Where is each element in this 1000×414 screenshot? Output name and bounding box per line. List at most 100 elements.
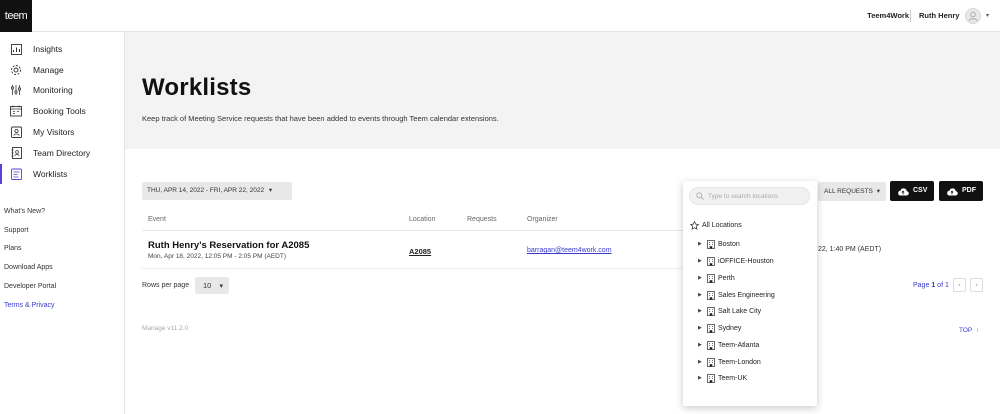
all-locations-option[interactable]: All Locations	[690, 221, 742, 230]
column-header-organizer[interactable]: Organizer	[527, 216, 558, 223]
top-bar: teem Teem4Work Ruth Henry ▾	[0, 0, 1000, 32]
location-option-label: Sales Engineering	[718, 291, 775, 299]
user-name[interactable]: Ruth Henry	[919, 0, 959, 32]
event-location-link[interactable]: A2085	[409, 247, 431, 256]
next-page-button[interactable]: ›	[970, 278, 983, 292]
pdf-label: PDF	[962, 187, 976, 194]
directory-icon	[10, 147, 22, 159]
building-icon	[707, 256, 715, 266]
date-range-label: THU, APR 14, 2022 - FRI, APR 22, 2022	[147, 187, 265, 194]
column-header-location[interactable]: Location	[409, 216, 435, 223]
location-option[interactable]: ▶ iOFFICE-Houston	[698, 255, 774, 267]
insights-icon	[10, 43, 22, 55]
sidebar-item-insights[interactable]: Insights	[0, 39, 124, 59]
expand-caret-icon[interactable]: ▶	[698, 241, 707, 247]
location-option-label: Sydney	[718, 324, 742, 332]
csv-label: CSV	[913, 187, 928, 194]
sidebar-item-label: Insights	[33, 44, 63, 54]
back-to-top-link[interactable]: TOP ↑	[959, 327, 979, 334]
chevron-down-icon: ▾	[876, 188, 880, 195]
location-option-label: Boston	[718, 240, 740, 248]
expand-caret-icon[interactable]: ▶	[698, 359, 707, 365]
location-option[interactable]: ▶ Sales Engineering	[698, 289, 775, 301]
location-option-label: Teem-Atlanta	[718, 341, 760, 349]
teem-logo[interactable]: teem	[0, 0, 32, 32]
whats-new-link[interactable]: What's New?	[4, 208, 45, 215]
table-row-divider	[142, 268, 684, 269]
avatar[interactable]	[965, 8, 981, 24]
star-icon[interactable]	[690, 221, 699, 230]
organizer-email-link[interactable]: barragan@teem4work.com	[527, 247, 612, 254]
column-header-event[interactable]: Event	[148, 216, 166, 223]
location-dropdown-panel: All Locations ▶ Boston ▶ iOFFICE-Houston ▶ Pe…	[683, 181, 817, 406]
location-search-box[interactable]	[689, 187, 810, 205]
building-icon	[707, 239, 715, 249]
building-icon	[707, 290, 715, 300]
expand-caret-icon[interactable]: ▶	[698, 308, 707, 314]
sidebar-item-label: Team Directory	[33, 148, 91, 158]
search-icon	[696, 192, 704, 200]
developer-portal-link[interactable]: Developer Portal	[4, 283, 56, 290]
page-indicator: Page 1 of 1	[913, 282, 949, 289]
sidebar-item-booking-tools[interactable]: Booking Tools	[0, 101, 124, 121]
location-search-input[interactable]	[708, 192, 808, 200]
sidebar-item-label: Booking Tools	[33, 106, 86, 116]
location-option[interactable]: ▶ Sydney	[698, 322, 741, 334]
expand-caret-icon[interactable]: ▶	[698, 375, 707, 381]
page-suffix: of 1	[937, 282, 949, 289]
sidebar-item-label: My Visitors	[33, 127, 75, 137]
sidebar-item-label: Monitoring	[33, 85, 73, 95]
cloud-upload-icon	[947, 187, 958, 196]
all-locations-label: All Locations	[702, 222, 742, 229]
rows-per-page-label: Rows per page	[142, 282, 190, 289]
sidebar-item-team-directory[interactable]: Team Directory	[0, 143, 124, 163]
expand-caret-icon[interactable]: ▶	[698, 275, 707, 281]
sidebar: Insights Manage Monitoring Booking Tools…	[0, 32, 125, 414]
chevron-down-icon: ▾	[268, 187, 273, 194]
rows-per-page-select[interactable]: 10 ▾	[195, 277, 229, 294]
location-option[interactable]: ▶ Perth	[698, 272, 735, 284]
expand-caret-icon[interactable]: ▶	[698, 258, 707, 264]
location-option[interactable]: ▶ Teem-UK	[698, 372, 747, 384]
event-title[interactable]: Ruth Henry's Reservation for A2085	[148, 240, 309, 251]
building-icon	[707, 340, 715, 350]
org-name[interactable]: Teem4Work	[867, 0, 909, 32]
date-range-picker[interactable]: THU, APR 14, 2022 - FRI, APR 22, 2022 ▾	[142, 182, 292, 200]
event-time: Mon, Apr 18, 2022, 12:05 PM - 2:05 PM (A…	[148, 253, 287, 260]
building-icon	[707, 306, 715, 316]
export-csv-button[interactable]: CSV	[890, 181, 934, 201]
requests-filter-dropdown[interactable]: ALL REQUESTS ▾	[818, 182, 886, 201]
location-option[interactable]: ▶ Teem-Atlanta	[698, 339, 759, 351]
plans-link[interactable]: Plans	[4, 245, 22, 252]
page-current: 1	[931, 282, 936, 289]
sliders-icon	[10, 84, 22, 96]
location-option[interactable]: ▶ Teem-London	[698, 356, 761, 368]
expand-caret-icon[interactable]: ▶	[698, 342, 707, 348]
location-option[interactable]: ▶ Salt Lake City	[698, 305, 761, 317]
requests-filter-label: ALL REQUESTS	[824, 188, 873, 195]
rows-per-page-value: 10	[203, 281, 212, 290]
prev-page-button[interactable]: ‹	[953, 278, 966, 292]
page-header: Worklists Keep track of Meeting Service …	[125, 32, 1000, 149]
location-option[interactable]: ▶ Boston	[698, 238, 740, 250]
location-option-label: iOFFICE-Houston	[718, 257, 774, 265]
visitor-badge-icon	[10, 126, 22, 138]
worklist-icon	[10, 168, 22, 180]
download-apps-link[interactable]: Download Apps	[4, 264, 53, 271]
terms-privacy-link[interactable]: Terms & Privacy	[4, 302, 55, 309]
sidebar-item-manage[interactable]: Manage	[0, 60, 124, 80]
expand-caret-icon[interactable]: ▶	[698, 325, 707, 331]
export-pdf-button[interactable]: PDF	[939, 181, 983, 201]
arrow-up-icon: ↑	[975, 327, 980, 334]
building-icon	[707, 323, 715, 333]
chevron-down-icon[interactable]: ▾	[986, 0, 989, 32]
sidebar-item-my-visitors[interactable]: My Visitors	[0, 122, 124, 142]
header-divider	[910, 10, 911, 22]
sidebar-item-label: Worklists	[33, 169, 68, 179]
sidebar-item-monitoring[interactable]: Monitoring	[0, 80, 124, 100]
support-link[interactable]: Support	[4, 227, 29, 234]
expand-caret-icon[interactable]: ▶	[698, 292, 707, 298]
column-header-requests[interactable]: Requests	[467, 216, 497, 223]
sidebar-item-worklists[interactable]: Worklists	[0, 164, 124, 184]
building-icon	[707, 273, 715, 283]
